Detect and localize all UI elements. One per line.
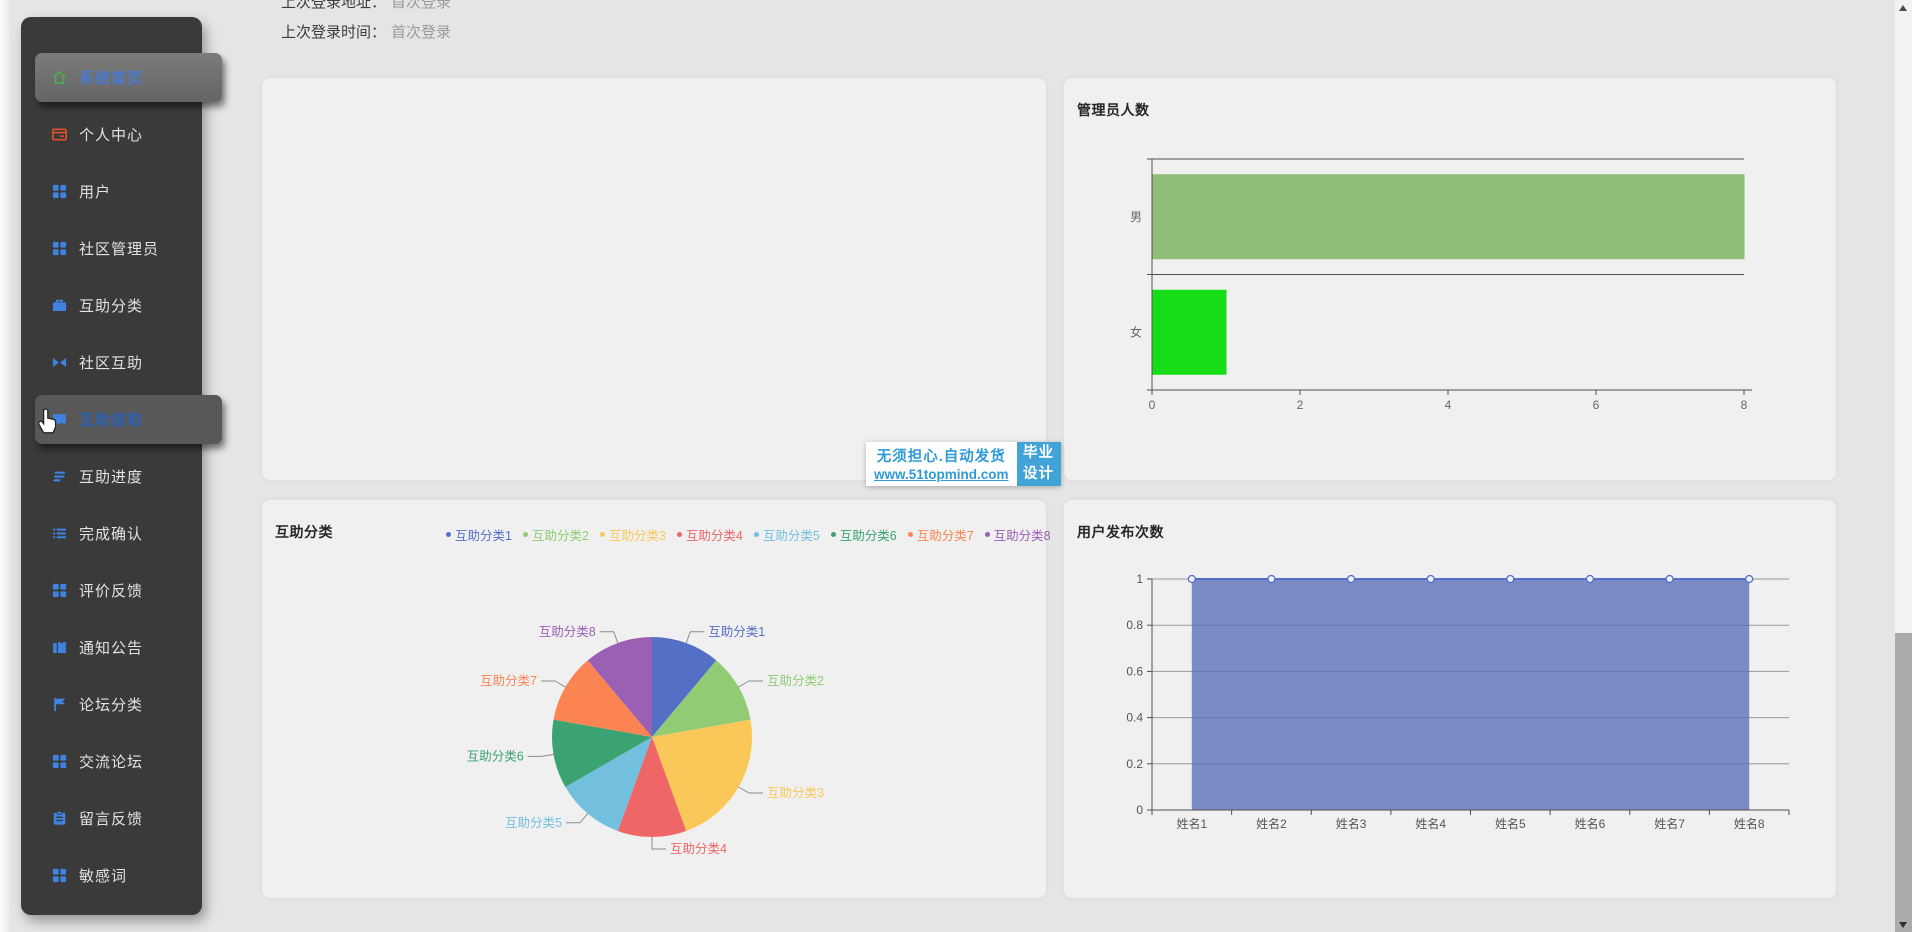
sidebar-item-label: 交流论坛 (79, 751, 143, 772)
checklist-icon (51, 525, 68, 542)
card-user-posts: 用户发布次数 00.20.40.60.81姓名1姓名2姓名3姓名4姓名5姓名6姓… (1064, 500, 1836, 898)
grid-icon (51, 183, 68, 200)
watermark-stamp: 毕业 设计 (1017, 442, 1061, 486)
grid-icon (51, 753, 68, 770)
svg-text:姓名2: 姓名2 (1256, 816, 1287, 831)
sidebar-item-label: 敏感词 (79, 865, 127, 886)
svg-text:6: 6 (1593, 398, 1600, 412)
pie-label-5: 互助分类5 (505, 816, 562, 830)
help-categories-pie-chart: 互助分类1 互助分类2 互助分类3 互助分类4 互助分类5 互助分类6 互助分类7 互助分类8 (262, 500, 1046, 898)
scrollbar-thumb[interactable] (1895, 0, 1912, 633)
watermark-url: www.51topmind.com (874, 467, 1009, 482)
clipboard-icon (51, 810, 68, 827)
admin-gender-bar-chart: 0 2 4 6 8 男女 (1064, 78, 1836, 480)
pie-label-7: 互助分类7 (480, 674, 537, 688)
last-login-address-label: 上次登录地址： (281, 0, 386, 11)
home-icon (51, 69, 68, 86)
pie-label-2: 互助分类2 (767, 674, 824, 688)
data-point-2 (1268, 576, 1275, 583)
area-fill (1192, 579, 1749, 810)
sidebar-item-label: 用户 (79, 181, 111, 202)
sidebar-item-label: 社区互助 (79, 352, 143, 373)
last-login-time-line: 上次登录时间： 首次登录 (281, 21, 451, 42)
bowtie-icon (51, 354, 68, 371)
pie-label-4: 互助分类4 (670, 842, 727, 856)
pie-label-3: 互助分类3 (767, 786, 824, 800)
pie-label-8: 互助分类8 (539, 625, 596, 639)
sidebar-item-label: 互助进度 (79, 466, 143, 487)
scroll-down-button[interactable] (1899, 922, 1907, 928)
svg-text:姓名1: 姓名1 (1176, 816, 1207, 831)
mouse-cursor (34, 406, 61, 440)
flag-icon (51, 696, 68, 713)
svg-text:0: 0 (1136, 803, 1143, 817)
card-admin-count: 管理员人数 02468男女 (1064, 78, 1836, 480)
progress-icon (51, 468, 68, 485)
svg-text:4: 4 (1445, 398, 1452, 412)
last-login-time-label: 上次登录时间： (281, 24, 386, 41)
svg-text:姓名5: 姓名5 (1495, 816, 1526, 831)
sidebar-item-label: 论坛分类 (79, 694, 143, 715)
watermark-badge: 无须担心.自动发货 www.51topmind.com 毕业 设计 (866, 442, 1061, 486)
sidebar-item-label: 通知公告 (79, 637, 143, 658)
sidebar-item-label: 留言反馈 (79, 808, 143, 829)
last-login-address-line: 上次登录地址： 首次登录 (281, 0, 451, 12)
main-content: 上次登录地址：首次登录 上次登录时间：首次登录 管理员人数 02468男女 互助… (0, 0, 1912, 932)
data-point-1 (1188, 576, 1195, 583)
last-login-address-value: 首次登录 (391, 0, 451, 11)
svg-text:2: 2 (1297, 398, 1304, 412)
svg-text:姓名6: 姓名6 (1575, 816, 1606, 831)
sidebar-item-label: 系统首页 (79, 67, 143, 88)
card-help-categories: 互助分类 互助分类1互助分类2互助分类3互助分类4互助分类5互助分类6互助分类7… (262, 500, 1046, 898)
svg-text:0.6: 0.6 (1126, 664, 1143, 678)
card-empty-panel (262, 78, 1046, 480)
svg-text:0.2: 0.2 (1126, 757, 1143, 771)
svg-text:1: 1 (1136, 572, 1143, 586)
user-posts-area-chart: 0 0.2 0.4 0.6 0.8 1 姓名1 姓名2 姓名3 姓名4 姓名5 姓名6 姓名7 姓名8 (1064, 500, 1836, 898)
book-icon (51, 639, 68, 656)
watermark-slogan: 无须担心.自动发货 (874, 445, 1009, 466)
sidebar-item-label: 评价反馈 (79, 580, 143, 601)
scroll-up-button[interactable] (1899, 5, 1907, 11)
briefcase-icon (51, 297, 68, 314)
sidebar-item-label: 社区管理员 (79, 238, 159, 259)
bar-女 (1153, 290, 1227, 375)
app-window: 系统首页个人中心用户社区管理员互助分类社区互助互助接取互助进度完成确认评价反馈通… (0, 0, 1912, 932)
data-point-7 (1666, 576, 1673, 583)
data-point-5 (1507, 576, 1514, 583)
svg-text:0.8: 0.8 (1126, 618, 1143, 632)
watermark-stamp-line1: 毕业 (1023, 443, 1054, 464)
grid-icon (51, 867, 68, 884)
pie-label-6: 互助分类6 (467, 749, 524, 763)
scrollbar-track[interactable] (1895, 0, 1912, 932)
data-point-6 (1586, 576, 1593, 583)
svg-text:男: 男 (1130, 210, 1142, 224)
svg-text:0: 0 (1149, 398, 1156, 412)
pie-label-1: 互助分类1 (708, 625, 765, 639)
sidebar-item-label: 互助接取 (79, 409, 143, 430)
watermark-stamp-line2: 设计 (1023, 464, 1054, 485)
grid-icon (51, 240, 68, 257)
grid-icon (51, 582, 68, 599)
idcard-icon (51, 126, 68, 143)
data-point-4 (1427, 576, 1434, 583)
sidebar-item-label: 个人中心 (79, 124, 143, 145)
last-login-time-value: 首次登录 (391, 24, 451, 41)
bar-男 (1153, 174, 1745, 259)
data-point-8 (1746, 576, 1753, 583)
svg-text:女: 女 (1130, 324, 1142, 339)
data-point-3 (1348, 576, 1355, 583)
watermark-text-block: 无须担心.自动发货 www.51topmind.com (866, 442, 1017, 486)
svg-text:8: 8 (1741, 398, 1748, 412)
sidebar-item-label: 完成确认 (79, 523, 143, 544)
svg-text:0.4: 0.4 (1126, 711, 1143, 725)
svg-text:姓名8: 姓名8 (1734, 816, 1765, 831)
svg-text:姓名3: 姓名3 (1336, 816, 1367, 831)
sidebar-item-label: 互助分类 (79, 295, 143, 316)
svg-text:姓名7: 姓名7 (1654, 816, 1685, 831)
svg-text:姓名4: 姓名4 (1415, 816, 1446, 831)
